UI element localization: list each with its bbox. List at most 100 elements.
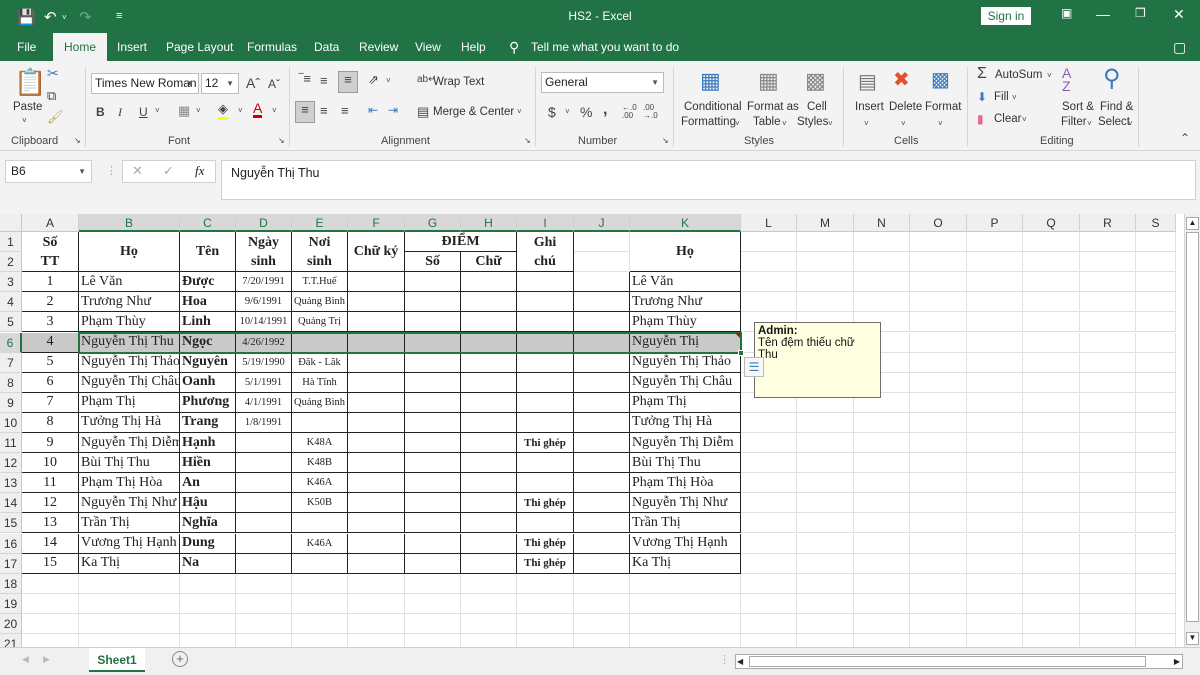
cell-stt[interactable]: 3	[22, 312, 79, 333]
cell-k-ho[interactable]: Phạm Thùy	[630, 312, 741, 333]
cell-ho[interactable]: Phạm Thùy	[79, 312, 180, 333]
cell-ngay-sinh[interactable]: 4/1/1991	[236, 392, 292, 413]
fill-button[interactable]: Fill	[994, 91, 1009, 103]
cell-ten[interactable]: Ngọc	[180, 332, 236, 353]
cell[interactable]	[1023, 613, 1080, 634]
cell[interactable]	[797, 573, 854, 594]
cell-noi-sinh[interactable]: Hà Tĩnh	[292, 372, 348, 393]
cell[interactable]	[1080, 473, 1136, 494]
increase-font-icon[interactable]: Aˆ	[246, 75, 260, 91]
name-box[interactable]: B6 ▼	[5, 160, 92, 183]
cell-empty[interactable]	[574, 493, 630, 514]
align-right-icon[interactable]: ≡	[341, 103, 349, 118]
cell[interactable]	[1136, 352, 1176, 373]
cell-k-ho[interactable]: Trương Như	[630, 292, 741, 313]
cell[interactable]	[1080, 634, 1136, 647]
cell[interactable]	[1023, 493, 1080, 514]
cell[interactable]	[180, 573, 236, 594]
cell-ho[interactable]: Nguyễn Thị Thảo	[79, 352, 180, 373]
comments-icon[interactable]: ▢	[1173, 33, 1186, 61]
cell-ngay-sinh[interactable]	[236, 453, 292, 474]
cell-diem-chu[interactable]	[461, 553, 517, 574]
header-diem-chu[interactable]: Chữ	[461, 252, 517, 273]
cell[interactable]	[292, 593, 348, 614]
cell-chu-ky[interactable]	[348, 312, 405, 333]
cell[interactable]	[1080, 272, 1136, 293]
bold-button[interactable]: B	[96, 105, 105, 119]
cell[interactable]	[967, 292, 1023, 313]
cell-chu-ky[interactable]	[348, 292, 405, 313]
cell[interactable]	[741, 613, 797, 634]
column-header[interactable]: J	[574, 214, 630, 232]
scroll-up-icon[interactable]: ▲	[1186, 217, 1199, 230]
cell-stt[interactable]: 2	[22, 292, 79, 313]
column-header[interactable]: H	[461, 214, 517, 232]
cell[interactable]	[741, 252, 797, 273]
underline-dropdown-icon[interactable]: ˅	[155, 106, 160, 115]
header-ngay-sinh[interactable]: Ngày sinh	[236, 232, 292, 273]
cell-empty[interactable]	[574, 292, 630, 313]
cell[interactable]	[1023, 292, 1080, 313]
cell-empty[interactable]	[574, 533, 630, 554]
cell[interactable]	[1080, 392, 1136, 413]
cell-noi-sinh[interactable]: T.T.Huế	[292, 272, 348, 293]
header-diem[interactable]: ĐIỂM	[405, 232, 517, 253]
cell-ghi-chu[interactable]	[517, 272, 574, 293]
row-header[interactable]: 5	[0, 312, 22, 333]
cell[interactable]	[1080, 613, 1136, 634]
cell-ho[interactable]: Nguyễn Thị Như	[79, 493, 180, 514]
cell-stt[interactable]: 1	[22, 272, 79, 293]
cell[interactable]	[910, 433, 967, 454]
cell-ghi-chu[interactable]	[517, 292, 574, 313]
column-header[interactable]: Q	[1023, 214, 1080, 232]
cell[interactable]	[1023, 433, 1080, 454]
cell-noi-sinh[interactable]: Quảng Bình	[292, 292, 348, 313]
cell-ho[interactable]: Nguyễn Thị Thu	[79, 332, 180, 353]
cell-k-ho[interactable]: Tưởng Thị Hà	[630, 412, 741, 433]
cell[interactable]	[1023, 252, 1080, 273]
cell[interactable]	[1136, 372, 1176, 393]
paste-dropdown-icon[interactable]: ˅	[22, 116, 27, 125]
column-header[interactable]: F	[348, 214, 405, 232]
cell[interactable]	[22, 573, 79, 594]
cell-noi-sinh[interactable]	[292, 553, 348, 574]
paste-icon[interactable]: 📋	[14, 67, 46, 98]
fill-color-icon[interactable]: ◈	[218, 101, 228, 120]
borders-icon[interactable]: ▦	[178, 103, 190, 119]
cell[interactable]	[967, 272, 1023, 293]
row-header[interactable]: 15	[0, 513, 22, 534]
cell[interactable]	[574, 634, 630, 647]
sign-in-button[interactable]: Sign in	[981, 7, 1031, 25]
cell-ho[interactable]: Nguyễn Thị Châu	[79, 372, 180, 393]
sheet-tab-sheet1[interactable]: Sheet1	[89, 648, 145, 672]
increase-indent-icon[interactable]: ⇥	[388, 103, 398, 117]
cell[interactable]	[854, 634, 910, 647]
cell[interactable]	[854, 553, 910, 574]
decrease-font-icon[interactable]: Aˇ	[268, 77, 280, 91]
borders-dropdown-icon[interactable]: ˅	[196, 106, 201, 115]
column-header[interactable]: M	[797, 214, 854, 232]
cell[interactable]	[910, 533, 967, 554]
autosum-button[interactable]: AutoSum	[995, 69, 1042, 81]
cell[interactable]	[1023, 232, 1080, 253]
cell-k-ho[interactable]: Nguyễn Thị Như	[630, 493, 741, 514]
cell-ho[interactable]: Ka Thị	[79, 553, 180, 574]
cell[interactable]	[854, 493, 910, 514]
column-header[interactable]: L	[741, 214, 797, 232]
cell[interactable]	[630, 573, 741, 594]
insert-cells-button[interactable]: Insert	[855, 101, 884, 113]
cell[interactable]	[854, 433, 910, 454]
font-name-select[interactable]: Times New Roman ▼	[91, 73, 199, 94]
cell-ho[interactable]: Trương Như	[79, 292, 180, 313]
splitter-icon[interactable]: ⋮	[719, 653, 730, 666]
cell-ho[interactable]: Phạm Thị Hòa	[79, 473, 180, 494]
cell[interactable]	[741, 493, 797, 514]
tab-data[interactable]: Data	[314, 33, 339, 61]
row-header[interactable]: 11	[0, 433, 22, 454]
merge-center-button[interactable]: Merge & Center	[433, 106, 514, 118]
cell-ten[interactable]: Oanh	[180, 372, 236, 393]
cell[interactable]	[1136, 593, 1176, 614]
cell[interactable]	[741, 553, 797, 574]
cell[interactable]	[79, 634, 180, 647]
cell-diem-so[interactable]	[405, 453, 461, 474]
